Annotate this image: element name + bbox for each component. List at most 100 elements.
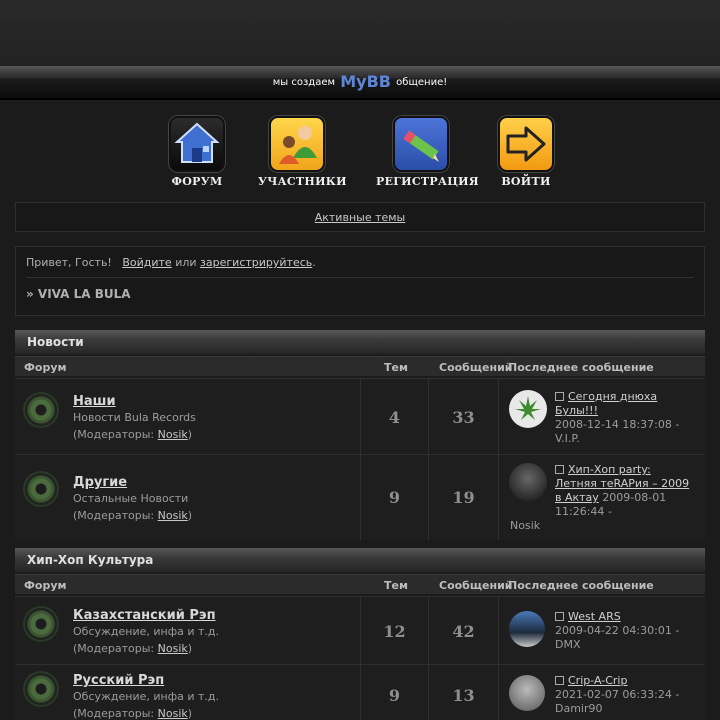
forum-status-icon bbox=[25, 673, 57, 705]
last-post: West ARS 2009-04-22 04:30:01 - DMX bbox=[499, 597, 705, 664]
banner-suffix: общение! bbox=[396, 77, 448, 88]
col-topics: Тем bbox=[384, 579, 408, 592]
column-headers: Форум Тем Сообщений Последнее сообщение bbox=[15, 574, 705, 594]
welcome-box: Привет, Гость! Войдите или зарегистрируй… bbox=[15, 246, 705, 316]
last-post-user: V.I.P. bbox=[555, 432, 580, 445]
last-post-link-cont[interactable]: Булы!!! bbox=[555, 404, 598, 417]
post-icon bbox=[555, 612, 564, 621]
last-post-user: DMX bbox=[555, 638, 581, 651]
forum-link[interactable]: Наши bbox=[73, 394, 116, 409]
topics-count: 9 bbox=[361, 455, 429, 540]
home-icon bbox=[169, 116, 225, 172]
col-last: Последнее сообщение bbox=[508, 361, 654, 374]
col-posts: Сообщений bbox=[439, 579, 513, 592]
main-navigation: ФОРУМ УЧАСТНИКИ РЕГИСТРАЦИЯ ВОЙТИ bbox=[0, 116, 720, 188]
last-post-link-cont[interactable]: в Актау bbox=[555, 491, 599, 504]
divider bbox=[26, 277, 694, 278]
nav-register-label: РЕГИСТРАЦИЯ bbox=[376, 175, 479, 188]
last-post-user: Damir90 bbox=[555, 702, 603, 715]
category-header-hiphop[interactable]: Хип-Хоп Культура bbox=[15, 548, 705, 572]
last-post-link[interactable]: West ARS bbox=[568, 610, 621, 623]
nav-forum[interactable]: ФОРУМ bbox=[167, 116, 227, 188]
forum-description: Новости Bula Records bbox=[73, 411, 196, 424]
login-arrow-icon bbox=[498, 116, 554, 172]
moderators-label: (Модераторы: bbox=[73, 707, 155, 720]
active-topics-link[interactable]: Активные темы bbox=[315, 211, 406, 224]
post-icon bbox=[555, 392, 564, 401]
header-background bbox=[0, 0, 720, 66]
forum-link[interactable]: Другие bbox=[73, 475, 127, 490]
forum-row: Наши Новости Bula Records (Модераторы: N… bbox=[15, 378, 705, 454]
active-topics-box: Активные темы bbox=[15, 202, 705, 232]
nav-login[interactable]: ВОЙТИ bbox=[496, 116, 556, 188]
topics-count: 12 bbox=[361, 597, 429, 664]
last-post-date: 2008-12-14 18:37:08 - bbox=[555, 418, 680, 431]
welcome-line: Привет, Гость! Войдите или зарегистрируй… bbox=[26, 256, 694, 269]
greeting: Привет, Гость! bbox=[26, 256, 112, 269]
category-header-news[interactable]: Новости bbox=[15, 330, 705, 354]
users-icon bbox=[269, 116, 325, 172]
login-link[interactable]: Войдите bbox=[122, 256, 171, 269]
forum-row: Русский Рэп Обсуждение, инфа и т.д. (Мод… bbox=[15, 664, 705, 720]
last-post-user: Nosik bbox=[510, 519, 541, 532]
topics-count: 4 bbox=[361, 379, 429, 454]
nav-forum-label: ФОРУМ bbox=[171, 175, 223, 188]
posts-count: 19 bbox=[429, 455, 499, 540]
nav-login-label: ВОЙТИ bbox=[501, 175, 551, 188]
moderators-close: ) bbox=[187, 707, 193, 720]
breadcrumb[interactable]: » VIVA LA BULA bbox=[26, 287, 694, 301]
moderators-close: ) bbox=[187, 428, 193, 441]
post-icon bbox=[555, 465, 564, 474]
forum-link[interactable]: Русский Рэп bbox=[73, 673, 164, 688]
forum-status-icon bbox=[25, 394, 57, 426]
nav-register[interactable]: РЕГИСТРАЦИЯ bbox=[376, 116, 479, 188]
last-post: Хип-Хоп party: Летняя теRAPия – 2009 в А… bbox=[499, 455, 705, 540]
moderators-close: ) bbox=[187, 642, 193, 655]
or-text: или bbox=[175, 256, 197, 269]
welcome-dot: . bbox=[312, 256, 316, 269]
pencil-icon bbox=[393, 116, 449, 172]
moderators-label: (Модераторы: bbox=[73, 642, 155, 655]
forum-status-icon bbox=[25, 473, 57, 505]
forum-status-icon bbox=[25, 608, 57, 640]
moderator-link[interactable]: Nosik bbox=[158, 509, 188, 522]
col-posts: Сообщений bbox=[439, 361, 513, 374]
last-post-date: 2009-04-22 04:30:01 - bbox=[555, 624, 680, 637]
nav-members-label: УЧАСТНИКИ bbox=[258, 175, 347, 188]
col-last: Последнее сообщение bbox=[508, 579, 654, 592]
forum-description: Обсуждение, инфа и т.д. bbox=[73, 690, 220, 703]
last-post-link[interactable]: Сегодня днюха bbox=[568, 390, 657, 403]
mybb-banner[interactable]: мы создаем MyBB общение! bbox=[0, 66, 720, 100]
last-post-link[interactable]: Crip-A-Crip bbox=[568, 674, 627, 687]
col-topics: Тем bbox=[384, 361, 408, 374]
last-post: Crip-A-Crip 2021-02-07 06:33:24 - Damir9… bbox=[499, 665, 705, 720]
moderators-close: ) bbox=[187, 509, 193, 522]
topics-count: 9 bbox=[361, 665, 429, 720]
forum-moderators: (Модераторы: Nosik) bbox=[73, 428, 192, 441]
user-avatar[interactable] bbox=[509, 611, 545, 647]
moderator-link[interactable]: Nosik bbox=[158, 707, 188, 720]
last-post-link-cont[interactable]: Летняя теRAPия – 2009 bbox=[555, 477, 689, 490]
register-link[interactable]: зарегистрируйтесь bbox=[200, 256, 312, 269]
forum-link[interactable]: Казахстанский Рэп bbox=[73, 608, 216, 623]
forum-moderators: (Модераторы: Nosik) bbox=[73, 642, 192, 655]
column-headers: Форум Тем Сообщений Последнее сообщение bbox=[15, 356, 705, 376]
col-forum: Форум bbox=[24, 361, 67, 374]
banner-prefix: мы создаем bbox=[272, 77, 336, 88]
last-post-date: 2021-02-07 06:33:24 - bbox=[555, 688, 680, 701]
mybb-logo: MyBB bbox=[340, 72, 391, 91]
forum-row: Казахстанский Рэп Обсуждение, инфа и т.д… bbox=[15, 596, 705, 664]
forum-description: Обсуждение, инфа и т.д. bbox=[73, 625, 220, 638]
moderators-label: (Модераторы: bbox=[73, 509, 155, 522]
last-post-link[interactable]: Хип-Хоп party: bbox=[568, 463, 651, 476]
moderator-link[interactable]: Nosik bbox=[158, 428, 188, 441]
user-avatar[interactable] bbox=[509, 463, 547, 501]
forum-moderators: (Модераторы: Nosik) bbox=[73, 509, 192, 522]
nav-members[interactable]: УЧАСТНИКИ bbox=[258, 116, 347, 188]
col-forum: Форум bbox=[24, 579, 67, 592]
user-avatar[interactable] bbox=[509, 390, 547, 428]
user-avatar[interactable] bbox=[509, 675, 545, 711]
forum-row: Другие Остальные Новости (Модераторы: No… bbox=[15, 454, 705, 540]
moderator-link[interactable]: Nosik bbox=[158, 642, 188, 655]
forum-moderators: (Модераторы: Nosik) bbox=[73, 707, 192, 720]
